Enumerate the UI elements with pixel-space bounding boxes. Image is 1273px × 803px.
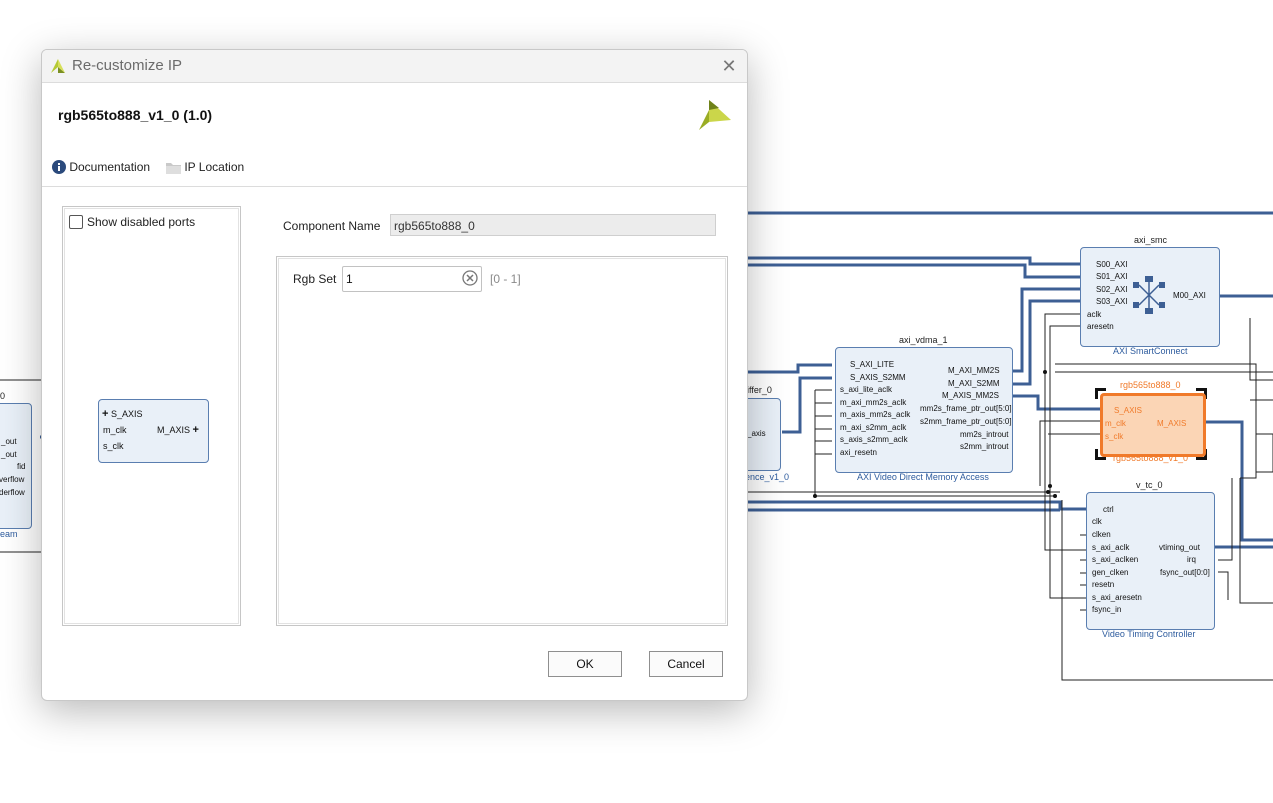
folder-icon xyxy=(166,163,181,174)
vtc-port-s-axi-aclken[interactable]: s_axi_aclken xyxy=(1092,555,1138,565)
ok-button[interactable]: OK xyxy=(548,651,622,677)
vtc-port-vtiming-out[interactable]: vtiming_out xyxy=(1159,543,1200,553)
axi-vdma-subtitle: AXI Video Direct Memory Access xyxy=(857,472,989,482)
buffer-block-name: iffer_0 xyxy=(747,385,772,395)
vtc-port-s-axi-aresetn[interactable]: s_axi_aresetn xyxy=(1092,593,1142,603)
preview-port-m-clk: m_clk xyxy=(103,425,127,435)
wire-bus-s-axis-s2mm[interactable] xyxy=(782,376,832,434)
header-divider xyxy=(42,186,747,187)
smc-port-aresetn[interactable]: aresetn xyxy=(1087,322,1114,332)
vdma-port-m-axi-mm2s[interactable]: M_AXI_MM2S xyxy=(948,366,1000,376)
vdma-port-s2mm-frame-ptr[interactable]: s2mm_frame_ptr_out[5:0] xyxy=(920,417,1012,427)
clear-icon[interactable] xyxy=(462,270,478,286)
ip-location-button[interactable]: IP Location xyxy=(166,160,244,174)
smc-port-aclk[interactable]: aclk xyxy=(1087,310,1101,320)
left-port-3: fid xyxy=(17,462,26,471)
vdma-port-s-axi-lite-aclk[interactable]: s_axi_lite_aclk xyxy=(840,385,892,395)
vtc-port-clk[interactable]: clk xyxy=(1092,517,1102,527)
left-port-4: verflow xyxy=(0,475,25,484)
vdma-port-m-axi-s2mm-aclk[interactable]: m_axi_s2mm_aclk xyxy=(840,423,906,433)
smc-port-s01[interactable]: S01_AXI xyxy=(1096,272,1128,282)
wire-bus-vtc-ctrl[interactable] xyxy=(746,500,1086,511)
component-name-label: Component Name xyxy=(283,219,381,233)
documentation-label: Documentation xyxy=(69,160,151,174)
vdma-port-s-axi-lite[interactable]: S_AXI_LITE xyxy=(850,360,894,370)
vtc-port-irq[interactable]: irq xyxy=(1187,555,1196,565)
rgb-port-s-axis[interactable]: S_AXIS xyxy=(1114,406,1142,416)
ip-symbol-panel: Show disabled ports + S_AXIS m_clk s_clk… xyxy=(62,206,241,626)
axi-vdma-name: axi_vdma_1 xyxy=(899,335,948,345)
wire-bus-s-axi-lite[interactable] xyxy=(746,363,832,374)
info-icon xyxy=(52,160,66,174)
close-icon[interactable]: ✕ xyxy=(717,54,741,78)
dialog-titlebar[interactable]: Re-customize IP ✕ xyxy=(42,50,747,83)
vtc-port-resetn[interactable]: resetn xyxy=(1092,580,1114,590)
axi-smc-name: axi_smc xyxy=(1134,235,1168,245)
smc-port-s00[interactable]: S00_AXI xyxy=(1096,260,1128,270)
vdma-port-s-axis-s2mm[interactable]: S_AXIS_S2MM xyxy=(850,373,906,383)
vdma-port-s-axis-s2mm-aclk[interactable]: s_axis_s2mm_aclk xyxy=(840,435,908,445)
vivado-logo-icon xyxy=(51,59,65,73)
vtc-port-clken[interactable]: clken xyxy=(1092,530,1111,540)
ip-name-heading: rgb565to888_v1_0 (1.0) xyxy=(58,107,213,123)
interconnect-icon xyxy=(1133,276,1165,314)
vdma-port-m-axis-mm2s-aclk[interactable]: m_axis_mm2s_aclk xyxy=(840,410,910,420)
wire-bus-s00[interactable] xyxy=(746,256,1080,266)
ip-location-label: IP Location xyxy=(184,160,245,174)
rgb-block[interactable]: S_AXIS m_clk s_clk M_AXIS xyxy=(1100,393,1206,457)
left-partial-block[interactable]: _out _out fid verflow derflow xyxy=(0,403,32,529)
vtc-port-gen-clken[interactable]: gen_clken xyxy=(1092,568,1128,578)
vtc-name: v_tc_0 xyxy=(1136,480,1163,490)
wire-bus-axis-mm2s[interactable] xyxy=(1012,394,1100,411)
rgb-port-s-clk[interactable]: s_clk xyxy=(1105,432,1123,442)
left-port-2: _out xyxy=(1,450,17,459)
vdma-port-m-axi-s2mm[interactable]: M_AXI_S2MM xyxy=(948,379,1000,389)
vdma-port-s2mm-introut[interactable]: s2mm_introut xyxy=(960,442,1008,452)
smc-port-m00[interactable]: M00_AXI xyxy=(1173,291,1206,301)
wire-bus-s01[interactable] xyxy=(746,263,1080,279)
left-port-5: derflow xyxy=(0,488,25,497)
axi-vdma-block[interactable]: S_AXI_LITE S_AXIS_S2MM s_axi_lite_aclk m… xyxy=(835,347,1013,473)
show-disabled-ports-label[interactable]: Show disabled ports xyxy=(87,215,195,229)
smc-port-s03[interactable]: S03_AXI xyxy=(1096,297,1128,307)
rgb-set-input[interactable]: 1 xyxy=(342,266,482,292)
cancel-button[interactable]: Cancel xyxy=(649,651,723,677)
buffer-block-subtitle: ence_v1_0 xyxy=(745,472,790,482)
preview-port-s-axis: + S_AXIS xyxy=(102,408,143,420)
vdma-port-m-axis-mm2s[interactable]: M_AXIS_MM2S xyxy=(942,391,999,401)
vtc-block[interactable]: ctrl clk clken s_axi_aclk s_axi_aclken g… xyxy=(1086,492,1215,630)
left-port-1: _out xyxy=(1,437,17,446)
vdma-port-axi-resetn[interactable]: axi_resetn xyxy=(840,448,877,458)
rgb-port-m-clk[interactable]: m_clk xyxy=(1105,419,1126,429)
vdma-port-mm2s-introut[interactable]: mm2s_introut xyxy=(960,430,1008,440)
rgb-set-range: [0 - 1] xyxy=(490,272,521,286)
show-disabled-ports-checkbox[interactable] xyxy=(69,215,83,229)
ip-symbol-preview[interactable]: + S_AXIS m_clk s_clk M_AXIS + xyxy=(98,399,209,463)
left-block-subtitle: eam xyxy=(0,529,18,539)
vtc-subtitle: Video Timing Controller xyxy=(1102,629,1196,639)
buffer-port: _axis xyxy=(747,429,766,438)
vdma-port-m-axi-mm2s-aclk[interactable]: m_axi_mm2s_aclk xyxy=(840,398,906,408)
axi-smc-block[interactable]: S00_AXI S01_AXI S02_AXI S03_AXI aclk are… xyxy=(1080,247,1220,347)
parameters-panel: Rgb Set 1 [0 - 1] xyxy=(276,256,728,626)
left-block-name: 0 xyxy=(0,391,6,401)
smc-port-s02[interactable]: S02_AXI xyxy=(1096,285,1128,295)
recustomize-ip-dialog: Re-customize IP ✕ rgb565to888_v1_0 (1.0)… xyxy=(41,49,748,701)
xilinx-logo-icon xyxy=(699,100,731,130)
rgb-block-subtitle: rgb565to888_v1_0 xyxy=(1113,453,1189,463)
dialog-title: Re-customize IP xyxy=(72,57,183,74)
axi-smc-subtitle: AXI SmartConnect xyxy=(1113,346,1188,356)
vdma-port-mm2s-frame-ptr[interactable]: mm2s_frame_ptr_out[5:0] xyxy=(920,404,1012,414)
documentation-menu[interactable]: Documentation xyxy=(52,160,150,174)
vtc-port-s-axi-aclk[interactable]: s_axi_aclk xyxy=(1092,543,1129,553)
rgb-set-label: Rgb Set xyxy=(293,272,337,286)
rgb-port-m-axis[interactable]: M_AXIS xyxy=(1157,419,1186,429)
component-name-field[interactable]: rgb565to888_0 xyxy=(390,214,716,236)
preview-port-s-clk: s_clk xyxy=(103,441,124,451)
vtc-port-ctrl[interactable]: ctrl xyxy=(1103,505,1114,515)
vtc-port-fsync-out[interactable]: fsync_out[0:0] xyxy=(1160,568,1210,578)
vtc-port-fsync-in[interactable]: fsync_in xyxy=(1092,605,1121,615)
preview-port-m-axis: M_AXIS + xyxy=(157,424,199,436)
